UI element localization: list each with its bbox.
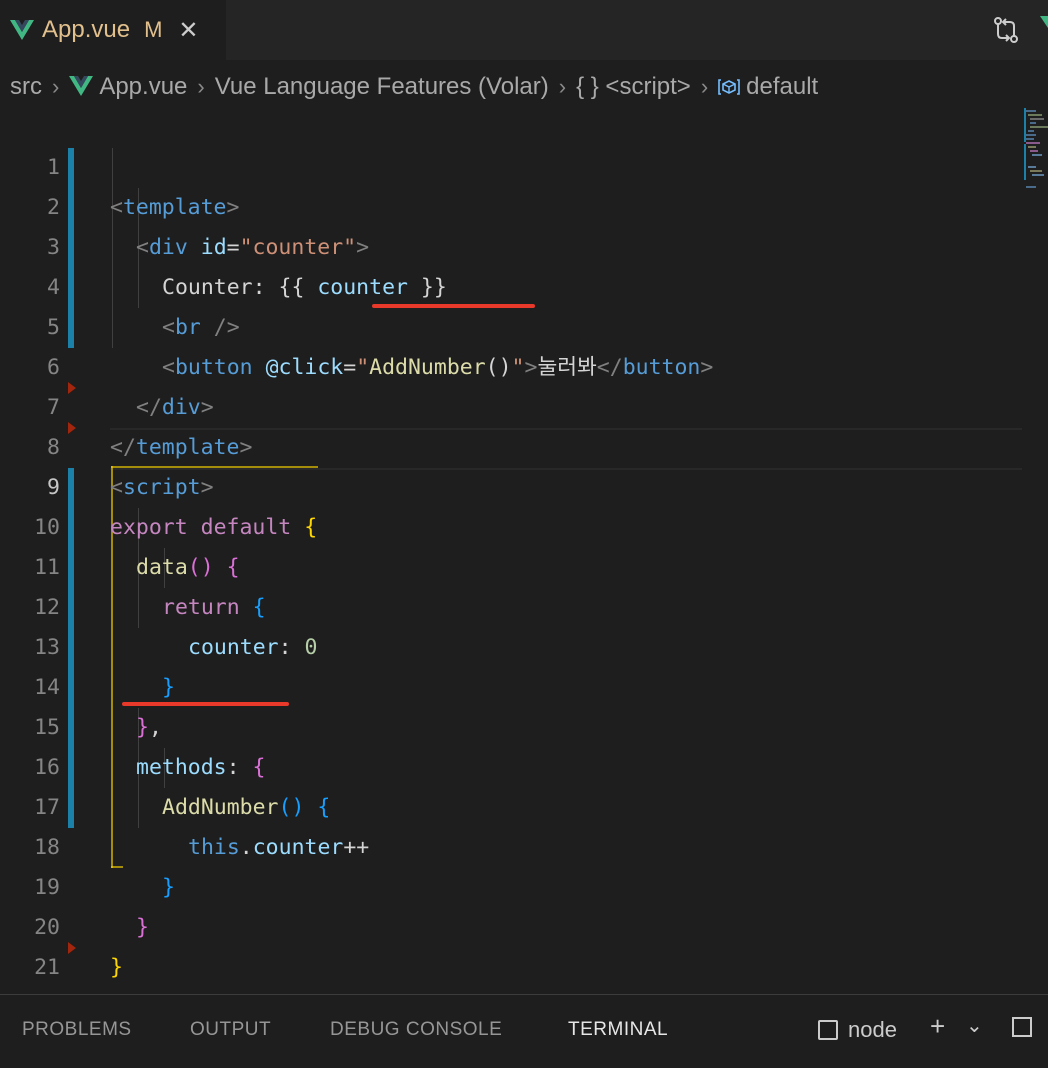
add-terminal-button[interactable]: + (930, 1011, 945, 1042)
tab-app-vue[interactable]: App.vue M ✕ (0, 0, 226, 60)
breadcrumb-volar[interactable]: Vue Language Features (Volar) (215, 73, 549, 101)
code-line: 6 </div> (0, 308, 1020, 420)
code-line: 7 </template> (0, 348, 1020, 460)
tab-modified-indicator: M (144, 17, 163, 42)
terminal-icon (818, 1020, 838, 1040)
chevron-down-icon[interactable]: ⌄ (966, 1013, 983, 1038)
code-line: 2 <div id="counter"> (0, 148, 1020, 260)
open-changes-icon[interactable] (990, 14, 1022, 46)
tab-filename: App.vue (42, 16, 131, 43)
code-line: 13 } (0, 588, 1020, 700)
vue-corner-indicator (1040, 16, 1048, 28)
tab-output[interactable]: OUTPUT (190, 1019, 271, 1041)
code-line: 1 <template> (0, 108, 1020, 220)
editor-tab-bar: App.vue M ✕ (0, 0, 1048, 60)
tab-problems[interactable]: PROBLEMS (22, 1019, 132, 1041)
tab-terminal[interactable]: TERMINAL (568, 1019, 668, 1041)
module-symbol-icon (718, 79, 740, 95)
breadcrumb-app-vue-label: App.vue (99, 73, 188, 100)
code-line: 14 }, (0, 628, 1020, 740)
tab-debug-console[interactable]: DEBUG CONSOLE (330, 1019, 502, 1041)
code-line: 10 data() { (0, 468, 1020, 580)
terminal-selector[interactable]: node (818, 1017, 897, 1043)
code-line: 19 } (0, 828, 1020, 940)
code-line: 18 } (0, 788, 1020, 900)
code-line: 5 <button @click="AddNumber()">눌러봐</butt… (0, 268, 1020, 380)
code-line: 11 return { (0, 508, 1020, 620)
breadcrumb: src › App.vue › Vue Language Features (V… (0, 64, 1048, 110)
breadcrumb-default-label: default (746, 73, 819, 100)
vue-file-icon (10, 20, 34, 40)
breadcrumb-default[interactable]: default (718, 73, 818, 101)
line-number: 21 (34, 955, 60, 980)
split-terminal-icon[interactable] (1012, 1017, 1032, 1037)
breadcrumb-separator: › (558, 74, 567, 99)
bottom-panel: PROBLEMS OUTPUT DEBUG CONSOLE TERMINAL n… (0, 994, 1048, 1042)
vue-file-icon (69, 76, 94, 96)
code-line: 16 AddNumber() { (0, 708, 1020, 820)
code-line: 12 counter: 0 (0, 548, 1020, 660)
breadcrumb-script[interactable]: { } <script> (576, 73, 691, 101)
code-line: 9 export default { (0, 428, 1020, 540)
close-icon[interactable]: ✕ (178, 16, 198, 45)
code-line: 15 methods: { (0, 668, 1020, 780)
code-editor[interactable]: 1 <template> 2 <div id="counter"> 3 Coun… (0, 108, 1048, 1020)
code-line: 17 this.counter++ (0, 748, 1020, 860)
breadcrumb-separator: › (197, 74, 205, 99)
minimap[interactable] (1022, 108, 1048, 198)
code-line: 3 Counter: {{ counter }} (0, 188, 1020, 300)
code-line: 21 </script> (0, 908, 1020, 1020)
code-line: 20 } (0, 868, 1020, 980)
breadcrumb-app-vue[interactable]: App.vue (69, 73, 187, 101)
breadcrumb-src[interactable]: src (10, 73, 42, 101)
breadcrumb-separator: › (52, 74, 60, 99)
terminal-shell-name: node (848, 1017, 897, 1042)
breadcrumb-separator: › (700, 74, 709, 99)
code-line: 4 <br /> (0, 228, 1020, 340)
code-line: 8 <script> (0, 388, 1020, 500)
